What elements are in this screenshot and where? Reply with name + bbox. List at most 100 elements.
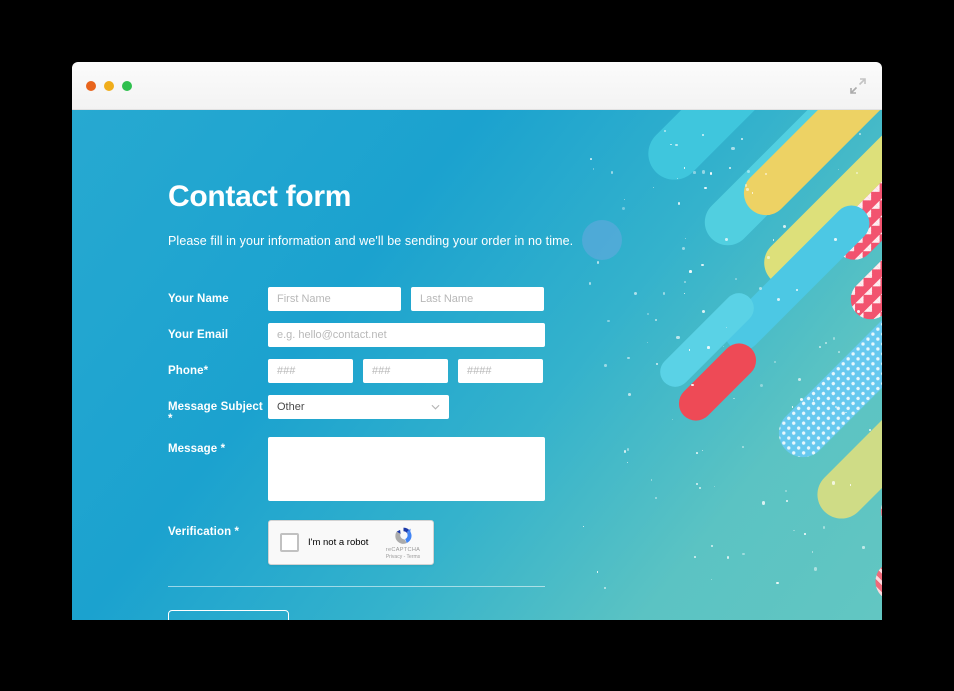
- decor-speck: [701, 263, 704, 267]
- decor-speck: [776, 297, 781, 302]
- decor-speck: [812, 399, 815, 401]
- decor-speck: [691, 383, 694, 386]
- decor-speck: [685, 238, 687, 240]
- decor-bar: [717, 198, 877, 358]
- decor-bar: [768, 220, 882, 468]
- decor-bar: [807, 289, 882, 529]
- message-textarea[interactable]: [268, 437, 545, 501]
- decor-speck: [741, 445, 744, 448]
- email-fields: [268, 323, 668, 347]
- decor-speck: [709, 172, 713, 175]
- decor-speck: [773, 360, 777, 364]
- phone-area-input[interactable]: [268, 359, 353, 383]
- decor-speck: [812, 551, 814, 553]
- recaptcha-legal-links[interactable]: Privacy - Terms: [380, 554, 426, 560]
- decor-speck: [867, 339, 870, 341]
- recaptcha-widget[interactable]: I'm not a robot reCAPTCHA Privacy - Term…: [268, 520, 434, 565]
- minimize-button[interactable]: [104, 81, 114, 91]
- decor-bar: [671, 336, 764, 428]
- decor-speck: [764, 173, 767, 175]
- decor-speck: [693, 170, 696, 174]
- message-label: Message *: [168, 443, 226, 455]
- decor-speck: [856, 309, 861, 313]
- decor-speck: [813, 567, 818, 571]
- subject-select-wrapper: Other: [268, 395, 449, 419]
- decor-speck: [701, 450, 703, 452]
- decor-bar: [867, 440, 882, 610]
- decor-speck: [822, 526, 826, 529]
- decor-speck: [724, 238, 728, 241]
- recaptcha-checkbox[interactable]: [280, 533, 299, 552]
- decor-speck: [681, 246, 686, 250]
- decor-speck: [862, 546, 865, 549]
- subject-select[interactable]: Other: [268, 395, 449, 419]
- decor-speck: [671, 419, 673, 421]
- decor-speck: [744, 184, 747, 187]
- verification-label: Verification *: [168, 526, 240, 538]
- decor-speck: [677, 177, 679, 180]
- decor-speck: [731, 146, 735, 151]
- decor-speck: [704, 186, 707, 189]
- decor-speck: [670, 143, 672, 146]
- decor-speck: [735, 277, 737, 280]
- decor-speck: [855, 171, 858, 175]
- decor-speck: [834, 406, 838, 409]
- form-row-verification: Verification * I'm not a robot reCAPTCHA…: [168, 520, 668, 565]
- window-titlebar: [72, 62, 882, 110]
- decor-speck: [742, 553, 745, 556]
- recaptcha-logo-icon: [394, 527, 412, 544]
- first-name-input[interactable]: [268, 287, 401, 311]
- decor-speck: [702, 310, 706, 314]
- decor-speck: [772, 239, 775, 241]
- decor-speck: [838, 351, 840, 353]
- decor-speck: [832, 337, 835, 340]
- name-fields: [268, 287, 668, 311]
- subject-label: Message Subject *: [168, 401, 263, 425]
- browser-window: Contact form Please fill in your informa…: [72, 62, 882, 620]
- decor-speck: [758, 286, 763, 291]
- window-controls: [86, 81, 132, 91]
- expand-arrows-icon[interactable]: [848, 76, 868, 96]
- decor-speck: [760, 383, 764, 388]
- page-body: Contact form Please fill in your informa…: [72, 110, 882, 620]
- decor-speck: [733, 397, 735, 400]
- maximize-button[interactable]: [122, 81, 132, 91]
- form-content: Contact form Please fill in your informa…: [168, 110, 668, 620]
- phone-prefix-input[interactable]: [363, 359, 448, 383]
- decor-speck: [707, 346, 710, 349]
- form-row-message: Message *: [168, 437, 668, 501]
- decor-bar: [754, 110, 882, 296]
- decor-speck: [713, 485, 715, 488]
- decor-speck: [684, 293, 686, 295]
- decor-bar: [637, 110, 882, 191]
- phone-fields: [268, 359, 668, 383]
- decor-bar: [842, 122, 882, 328]
- decor-speck: [689, 349, 691, 351]
- recaptcha-brand-name: reCAPTCHA: [385, 547, 421, 553]
- decor-speck: [776, 581, 779, 584]
- decor-speck: [746, 169, 751, 174]
- decor-speck: [683, 167, 686, 170]
- decor-speck: [723, 345, 725, 347]
- email-input[interactable]: [268, 323, 545, 347]
- last-name-input[interactable]: [411, 287, 544, 311]
- page-title: Contact form: [168, 180, 352, 213]
- decor-speck: [689, 270, 693, 274]
- form-row-name: Your Name: [168, 287, 668, 311]
- form-row-phone: Phone*: [168, 359, 668, 383]
- decor-speck: [728, 166, 731, 170]
- decor-speck: [698, 486, 702, 490]
- decor-bar: [653, 286, 761, 394]
- phone-line-input[interactable]: [458, 359, 543, 383]
- decor-speck: [677, 202, 681, 205]
- submit-form-button[interactable]: SUBMIT FORM: [168, 610, 289, 620]
- form-row-subject: Message Subject * Other: [168, 395, 668, 425]
- close-button[interactable]: [86, 81, 96, 91]
- decor-bar: [872, 341, 882, 541]
- decor-speck: [791, 406, 794, 408]
- decor-speck: [751, 191, 754, 194]
- form-row-email: Your Email: [168, 323, 668, 347]
- decor-speck: [674, 143, 678, 147]
- name-label: Your Name: [168, 293, 229, 305]
- form-divider: [168, 586, 545, 587]
